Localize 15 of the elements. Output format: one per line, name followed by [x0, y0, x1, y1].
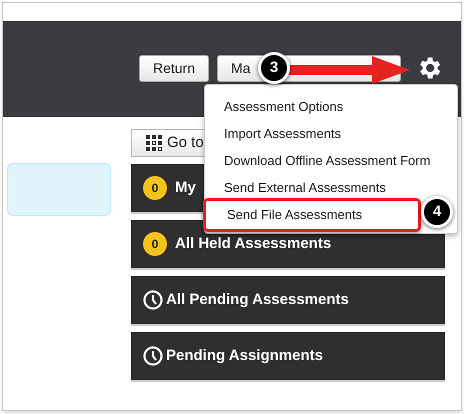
grid-icon [146, 135, 163, 151]
count-badge: 0 [143, 232, 167, 256]
clock-icon [143, 290, 163, 310]
menu-item[interactable]: Send File Assessments [203, 198, 421, 232]
dashboard-tile[interactable]: Pending Assignments [131, 332, 445, 382]
count-badge: 0 [143, 176, 167, 200]
dashboard-tile[interactable]: All Pending Assessments [131, 276, 445, 326]
arrow-icon [286, 56, 410, 84]
tile-label: Pending Assignments [166, 346, 323, 366]
tile-label: All Held Assessments [175, 234, 332, 254]
tile-label: My [175, 178, 196, 198]
tile-label: All Pending Assessments [166, 290, 349, 310]
menu-item[interactable]: Assessment Options [205, 93, 457, 120]
return-button[interactable]: Return [138, 55, 209, 82]
clock-icon [143, 346, 163, 366]
